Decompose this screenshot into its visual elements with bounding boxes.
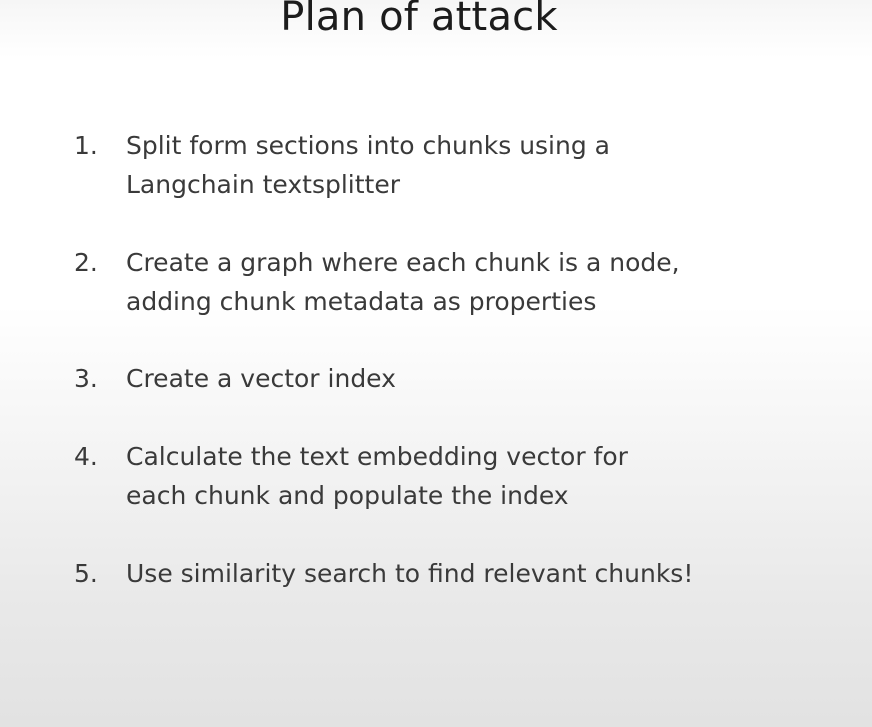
list-item-number: 2. [74,248,98,277]
list-item-line: adding chunk metadata as properties [126,287,597,316]
list-item-number: 1. [74,131,98,160]
list-item-text: Create a vector index [126,359,846,398]
list-item-line: Create a graph where each chunk is a nod… [126,248,680,277]
list-item-text: Create a graph where each chunk is a nod… [126,243,846,321]
slide-title: Plan of attack [280,0,558,40]
list-item-line: Use similarity search to find relevant c… [126,559,694,588]
list-item-text: Calculate the text embedding vector for … [126,437,846,515]
list-item-line: Split form sections into chunks using a [126,131,610,160]
list-item-line: each chunk and populate the index [126,481,569,510]
list-item-text: Use similarity search to find relevant c… [126,554,846,593]
slide: Plan of attack 1. Split form sections in… [0,0,872,727]
list-item-number: 5. [74,559,98,588]
list-item-line: Create a vector index [126,364,396,393]
list-item-number: 3. [74,364,98,393]
list-item-line: Langchain textsplitter [126,170,400,199]
list-item-line: Calculate the text embedding vector for [126,442,628,471]
list-item-text: Split form sections into chunks using a … [126,126,846,204]
list-item-number: 4. [74,442,98,471]
